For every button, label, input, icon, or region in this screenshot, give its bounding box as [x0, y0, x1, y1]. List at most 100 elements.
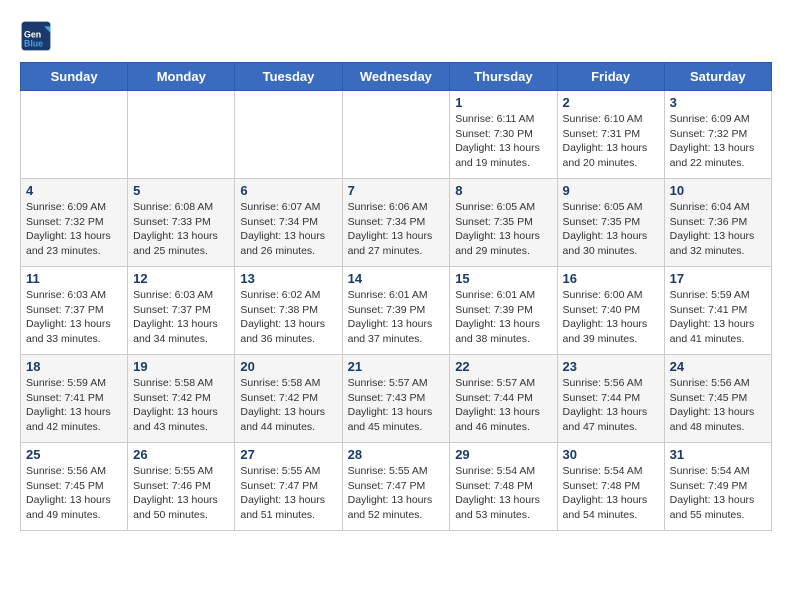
day-number: 17 [670, 271, 766, 286]
day-number: 3 [670, 95, 766, 110]
day-number: 16 [563, 271, 659, 286]
day-number: 1 [455, 95, 551, 110]
calendar-header: SundayMondayTuesdayWednesdayThursdayFrid… [21, 63, 772, 91]
day-info: Sunrise: 5:54 AM Sunset: 7:48 PM Dayligh… [455, 464, 551, 523]
calendar-cell: 15Sunrise: 6:01 AM Sunset: 7:39 PM Dayli… [450, 267, 557, 355]
day-number: 24 [670, 359, 766, 374]
weekday-header-row: SundayMondayTuesdayWednesdayThursdayFrid… [21, 63, 772, 91]
calendar-cell: 13 Sunrise: 6:02 AM Sunset: 7:38 PM Dayli… [235, 267, 342, 355]
calendar-cell: 4 Sunrise: 6:09 AM Sunset: 7:32 PM Daylig… [21, 179, 128, 267]
day-number: 9 [563, 183, 659, 198]
day-number: 23 [563, 359, 659, 374]
calendar-cell: 18Sunrise: 5:59 AM Sunset: 7:41 PM Dayli… [21, 355, 128, 443]
weekday-header-monday: Monday [128, 63, 235, 91]
day-info: Sunrise: 5:55 AM Sunset: 7:47 PM Dayligh… [348, 464, 445, 523]
calendar-cell: 7Sunrise: 6:06 AM Sunset: 7:34 PM Daylig… [342, 179, 450, 267]
day-info: Sunrise: 6:09 AM Sunset: 7:32 PM Dayligh… [26, 200, 122, 259]
day-info: Sunrise: 5:54 AM Sunset: 7:48 PM Dayligh… [563, 464, 659, 523]
day-number: 7 [348, 183, 445, 198]
day-number: 26 [133, 447, 229, 462]
day-info: Sunrise: 6:11 AM Sunset: 7:30 PM Dayligh… [455, 112, 551, 171]
logo-icon: Gen Blue [20, 20, 52, 52]
calendar-week-row: 4 Sunrise: 6:09 AM Sunset: 7:32 PM Daylig… [21, 179, 772, 267]
day-number: 20 [240, 359, 336, 374]
day-info: Sunrise: 5:56 AM Sunset: 7:44 PM Dayligh… [563, 376, 659, 435]
day-info: Sunrise: 5:55 AM Sunset: 7:46 PM Dayligh… [133, 464, 229, 523]
calendar-cell [235, 91, 342, 179]
calendar-week-row: 18Sunrise: 5:59 AM Sunset: 7:41 PM Dayli… [21, 355, 772, 443]
calendar-cell: 26 Sunrise: 5:55 AM Sunset: 7:46 PM Dayli… [128, 443, 235, 531]
calendar-cell: 23 Sunrise: 5:56 AM Sunset: 7:44 PM Dayli… [557, 355, 664, 443]
svg-text:Blue: Blue [24, 38, 43, 48]
day-number: 10 [670, 183, 766, 198]
day-number: 8 [455, 183, 551, 198]
calendar-cell: 16 Sunrise: 6:00 AM Sunset: 7:40 PM Dayli… [557, 267, 664, 355]
calendar-cell: 19Sunrise: 5:58 AM Sunset: 7:42 PM Dayli… [128, 355, 235, 443]
calendar-week-row: 25 Sunrise: 5:56 AM Sunset: 7:45 PM Dayli… [21, 443, 772, 531]
calendar-cell: 31Sunrise: 5:54 AM Sunset: 7:49 PM Dayli… [664, 443, 771, 531]
day-info: Sunrise: 6:01 AM Sunset: 7:39 PM Dayligh… [455, 288, 551, 347]
weekday-header-tuesday: Tuesday [235, 63, 342, 91]
day-number: 12 [133, 271, 229, 286]
logo: Gen Blue [20, 20, 56, 52]
day-number: 31 [670, 447, 766, 462]
day-info: Sunrise: 6:07 AM Sunset: 7:34 PM Dayligh… [240, 200, 336, 259]
day-number: 18 [26, 359, 122, 374]
day-info: Sunrise: 6:02 AM Sunset: 7:38 PM Dayligh… [240, 288, 336, 347]
calendar-cell: 28 Sunrise: 5:55 AM Sunset: 7:47 PM Dayli… [342, 443, 450, 531]
day-info: Sunrise: 5:57 AM Sunset: 7:44 PM Dayligh… [455, 376, 551, 435]
calendar-cell: 25 Sunrise: 5:56 AM Sunset: 7:45 PM Dayli… [21, 443, 128, 531]
day-number: 4 [26, 183, 122, 198]
calendar-cell: 14 Sunrise: 6:01 AM Sunset: 7:39 PM Dayli… [342, 267, 450, 355]
day-number: 21 [348, 359, 445, 374]
day-number: 28 [348, 447, 445, 462]
day-number: 25 [26, 447, 122, 462]
calendar-week-row: 1 Sunrise: 6:11 AM Sunset: 7:30 PM Daylig… [21, 91, 772, 179]
calendar-cell [21, 91, 128, 179]
calendar-cell: 10 Sunrise: 6:04 AM Sunset: 7:36 PM Dayli… [664, 179, 771, 267]
weekday-header-wednesday: Wednesday [342, 63, 450, 91]
day-number: 14 [348, 271, 445, 286]
day-info: Sunrise: 5:58 AM Sunset: 7:42 PM Dayligh… [240, 376, 336, 435]
day-number: 11 [26, 271, 122, 286]
calendar-cell [342, 91, 450, 179]
day-info: Sunrise: 6:08 AM Sunset: 7:33 PM Dayligh… [133, 200, 229, 259]
calendar-cell: 3 Sunrise: 6:09 AM Sunset: 7:32 PM Daylig… [664, 91, 771, 179]
day-info: Sunrise: 6:00 AM Sunset: 7:40 PM Dayligh… [563, 288, 659, 347]
day-info: Sunrise: 6:03 AM Sunset: 7:37 PM Dayligh… [26, 288, 122, 347]
weekday-header-thursday: Thursday [450, 63, 557, 91]
calendar-cell: 5Sunrise: 6:08 AM Sunset: 7:33 PM Daylig… [128, 179, 235, 267]
calendar-table: SundayMondayTuesdayWednesdayThursdayFrid… [20, 62, 772, 531]
day-number: 22 [455, 359, 551, 374]
day-number: 6 [240, 183, 336, 198]
calendar-cell: 17 Sunrise: 5:59 AM Sunset: 7:41 PM Dayli… [664, 267, 771, 355]
calendar-body: 1 Sunrise: 6:11 AM Sunset: 7:30 PM Daylig… [21, 91, 772, 531]
day-info: Sunrise: 6:09 AM Sunset: 7:32 PM Dayligh… [670, 112, 766, 171]
day-info: Sunrise: 6:03 AM Sunset: 7:37 PM Dayligh… [133, 288, 229, 347]
calendar-cell: 22 Sunrise: 5:57 AM Sunset: 7:44 PM Dayli… [450, 355, 557, 443]
day-number: 2 [563, 95, 659, 110]
calendar-cell: 20 Sunrise: 5:58 AM Sunset: 7:42 PM Dayli… [235, 355, 342, 443]
calendar-cell: 30 Sunrise: 5:54 AM Sunset: 7:48 PM Dayli… [557, 443, 664, 531]
day-info: Sunrise: 5:56 AM Sunset: 7:45 PM Dayligh… [670, 376, 766, 435]
calendar-cell: 9Sunrise: 6:05 AM Sunset: 7:35 PM Daylig… [557, 179, 664, 267]
calendar-cell: 12 Sunrise: 6:03 AM Sunset: 7:37 PM Dayli… [128, 267, 235, 355]
day-info: Sunrise: 5:57 AM Sunset: 7:43 PM Dayligh… [348, 376, 445, 435]
day-number: 27 [240, 447, 336, 462]
calendar-cell: 11 Sunrise: 6:03 AM Sunset: 7:37 PM Dayli… [21, 267, 128, 355]
weekday-header-saturday: Saturday [664, 63, 771, 91]
day-info: Sunrise: 6:01 AM Sunset: 7:39 PM Dayligh… [348, 288, 445, 347]
weekday-header-friday: Friday [557, 63, 664, 91]
calendar-cell: 27 Sunrise: 5:55 AM Sunset: 7:47 PM Dayli… [235, 443, 342, 531]
day-info: Sunrise: 5:55 AM Sunset: 7:47 PM Dayligh… [240, 464, 336, 523]
day-info: Sunrise: 5:59 AM Sunset: 7:41 PM Dayligh… [670, 288, 766, 347]
calendar-cell: 24 Sunrise: 5:56 AM Sunset: 7:45 PM Dayli… [664, 355, 771, 443]
day-info: Sunrise: 6:04 AM Sunset: 7:36 PM Dayligh… [670, 200, 766, 259]
day-info: Sunrise: 5:56 AM Sunset: 7:45 PM Dayligh… [26, 464, 122, 523]
calendar-week-row: 11 Sunrise: 6:03 AM Sunset: 7:37 PM Dayli… [21, 267, 772, 355]
day-number: 30 [563, 447, 659, 462]
day-number: 13 [240, 271, 336, 286]
calendar-cell [128, 91, 235, 179]
calendar-cell: 2Sunrise: 6:10 AM Sunset: 7:31 PM Daylig… [557, 91, 664, 179]
page-header: Gen Blue [20, 20, 772, 52]
